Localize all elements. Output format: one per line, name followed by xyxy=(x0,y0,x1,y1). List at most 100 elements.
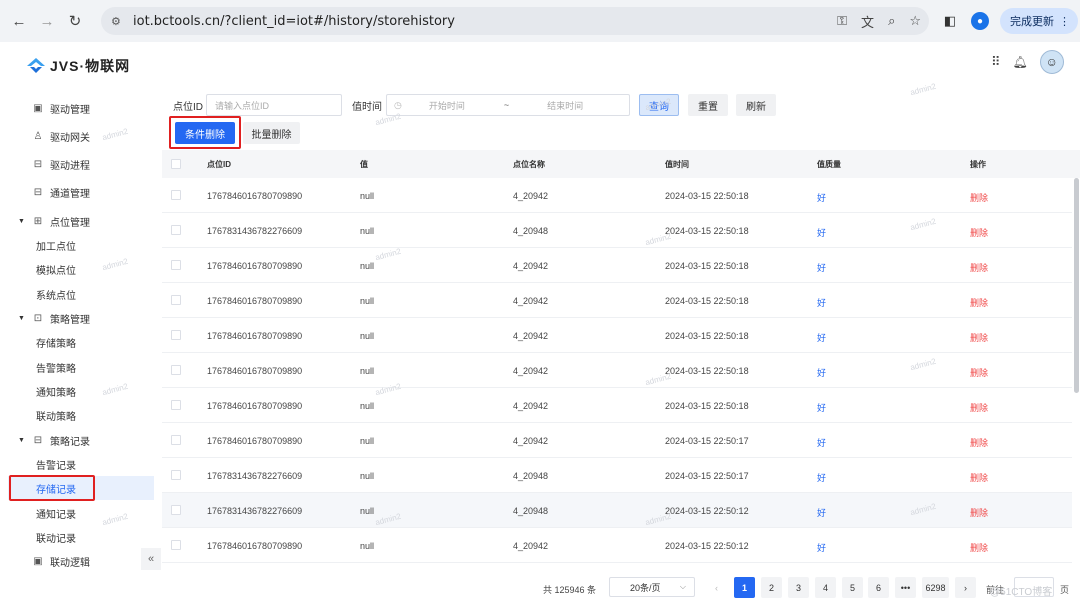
delete-link[interactable]: 删除 xyxy=(970,401,988,414)
sidebar-subitem[interactable]: 通知记录 xyxy=(8,501,154,525)
delete-link[interactable]: 删除 xyxy=(970,191,988,204)
row-checkbox[interactable] xyxy=(171,260,181,270)
user-avatar[interactable]: ☺ xyxy=(1039,50,1064,74)
bookmark-star-icon[interactable]: ☆ xyxy=(909,13,921,29)
site-settings-icon[interactable]: ⚙ xyxy=(111,15,125,28)
row-checkbox[interactable] xyxy=(171,435,181,445)
sidebar-subitem[interactable]: 模拟点位 xyxy=(8,257,154,281)
page-button[interactable]: 2 xyxy=(761,577,782,598)
table-row[interactable]: 1767846016780709890 null 4_20942 2024-03-15… xyxy=(162,528,1072,563)
logo[interactable]: JVS·物联网 xyxy=(26,56,130,76)
sidebar-subitem[interactable]: 系统点位 xyxy=(8,282,154,306)
page-button[interactable]: 6 xyxy=(868,577,889,598)
sidebar-subitem[interactable]: 联动记录 xyxy=(8,525,154,549)
row-checkbox[interactable] xyxy=(171,190,181,200)
translate-icon[interactable]: 文 xyxy=(861,12,874,31)
table-scrollbar[interactable] xyxy=(1074,178,1079,393)
batch-delete-button[interactable]: 批量删除 xyxy=(243,122,300,144)
delete-link[interactable]: 删除 xyxy=(970,541,988,554)
page-size-select[interactable]: 20条/页 ⌵ xyxy=(609,577,695,597)
reload-icon[interactable]: ↻ xyxy=(63,9,87,33)
point-id-input[interactable]: 请输入点位ID xyxy=(206,94,342,116)
table-row[interactable]: 1767831436782276609 null 4_20948 2024-03-15… xyxy=(162,493,1072,528)
reset-button[interactable]: 重置 xyxy=(688,94,728,116)
table-row[interactable]: 1767846016780709890 null 4_20942 2024-03-15… xyxy=(162,248,1072,283)
side-panel-icon[interactable]: ◧ xyxy=(940,11,960,31)
sidebar-subitem[interactable]: 告警策略 xyxy=(8,355,154,379)
page-button[interactable]: 4 xyxy=(815,577,836,598)
row-checkbox[interactable] xyxy=(171,470,181,480)
page-button[interactable]: 6298 xyxy=(922,577,949,598)
row-checkbox[interactable] xyxy=(171,540,181,550)
delete-link[interactable]: 删除 xyxy=(970,296,988,309)
cell-quality[interactable]: 好 xyxy=(817,471,826,484)
sidebar-item-linkage-logic[interactable]: ▣ 联动逻辑 xyxy=(8,549,154,573)
row-checkbox[interactable] xyxy=(171,330,181,340)
sidebar-item-strategy-records[interactable]: ▼ ⊟ 策略记录 xyxy=(8,428,154,452)
cell-quality[interactable]: 好 xyxy=(817,436,826,449)
cell-quality[interactable]: 好 xyxy=(817,331,826,344)
cell-quality[interactable]: 好 xyxy=(817,226,826,239)
cell-quality[interactable]: 好 xyxy=(817,261,826,274)
cell-quality[interactable]: 好 xyxy=(817,541,826,554)
page-button[interactable]: 5 xyxy=(842,577,863,598)
delete-link[interactable]: 删除 xyxy=(970,331,988,344)
prev-page-button[interactable]: ‹ xyxy=(706,577,727,598)
select-all-checkbox[interactable] xyxy=(171,159,181,169)
page-button[interactable]: 1 xyxy=(734,577,755,598)
table-row[interactable]: 1767846016780709890 null 4_20942 2024-03-15… xyxy=(162,178,1072,213)
table-row[interactable]: 1767846016780709890 null 4_20942 2024-03-15… xyxy=(162,388,1072,423)
table-row[interactable]: 1767846016780709890 null 4_20942 2024-03-15… xyxy=(162,283,1072,318)
cell-quality[interactable]: 好 xyxy=(817,296,826,309)
page-button[interactable]: 3 xyxy=(788,577,809,598)
delete-link[interactable]: 删除 xyxy=(970,471,988,484)
delete-link[interactable]: 删除 xyxy=(970,226,988,239)
delete-link[interactable]: 删除 xyxy=(970,261,988,274)
sidebar-item-driver-management[interactable]: ▣ 驱动管理 xyxy=(8,96,154,120)
table-row[interactable]: 1767846016780709890 null 4_20942 2024-03-15… xyxy=(162,353,1072,388)
update-button[interactable]: 完成更新 ⋮ xyxy=(1000,8,1078,34)
collapse-sidebar-button[interactable]: « xyxy=(141,548,161,570)
delete-link[interactable]: 删除 xyxy=(970,366,988,379)
sidebar-subitem[interactable]: 联动策略 xyxy=(8,403,154,427)
cell-quality[interactable]: 好 xyxy=(817,191,826,204)
sidebar-item-channel-management[interactable]: ⊟ 通道管理 xyxy=(8,180,154,204)
apps-grid-icon[interactable]: ⠿ xyxy=(991,54,1001,70)
sidebar-subitem[interactable]: 加工点位 xyxy=(8,233,154,257)
table-row[interactable]: 1767846016780709890 null 4_20942 2024-03-15… xyxy=(162,318,1072,353)
cell-quality[interactable]: 好 xyxy=(817,401,826,414)
next-page-button[interactable]: › xyxy=(955,577,976,598)
sidebar-item-point-management[interactable]: ▼ ⊞ 点位管理 xyxy=(8,209,154,233)
delete-link[interactable]: 删除 xyxy=(970,436,988,449)
row-checkbox[interactable] xyxy=(171,365,181,375)
query-button[interactable]: 查询 xyxy=(639,94,679,116)
delete-link[interactable]: 删除 xyxy=(970,506,988,519)
row-checkbox[interactable] xyxy=(171,505,181,515)
address-bar[interactable]: ⚙ iot.bctools.cn/?client_id=iot#/history… xyxy=(101,7,929,35)
table-row[interactable]: 1767831436782276609 null 4_20948 2024-03-15… xyxy=(162,458,1072,493)
more-pages-button[interactable]: ••• xyxy=(895,577,916,598)
sidebar-subitem[interactable]: 存储策略 xyxy=(8,330,154,354)
forward-arrow-icon[interactable]: → xyxy=(35,9,59,33)
back-arrow-icon[interactable]: ← xyxy=(7,9,31,33)
sidebar-item-driver-gateway[interactable]: ♙ 驱动网关 xyxy=(8,124,154,148)
refresh-button[interactable]: 刷新 xyxy=(736,94,776,116)
zoom-icon[interactable]: ⌕ xyxy=(888,13,895,29)
notification-bell-icon[interactable]: 🔔︎ xyxy=(1013,55,1028,69)
sidebar-item-driver-process[interactable]: ⊟ 驱动进程 xyxy=(8,152,154,176)
sidebar-item-strategy-management[interactable]: ▼ ⊡ 策略管理 xyxy=(8,306,154,330)
password-key-icon[interactable]: ⚿ xyxy=(837,13,847,29)
row-checkbox[interactable] xyxy=(171,295,181,305)
cell-quality[interactable]: 好 xyxy=(817,366,826,379)
chevron-down-icon: ⌵ xyxy=(679,582,686,591)
cell-quality[interactable]: 好 xyxy=(817,506,826,519)
time-range-picker[interactable]: ◷ 开始时间 ~ 结束时间 xyxy=(386,94,630,116)
table-row[interactable]: 1767831436782276609 null 4_20948 2024-03-15… xyxy=(162,213,1072,248)
sidebar-subitem[interactable]: 告警记录 xyxy=(8,452,154,476)
url-text[interactable]: iot.bctools.cn/?client_id=iot#/history/s… xyxy=(133,14,455,29)
profile-icon[interactable]: ● xyxy=(970,11,990,31)
sidebar-subitem[interactable]: 通知策略 xyxy=(8,379,154,403)
row-checkbox[interactable] xyxy=(171,400,181,410)
row-checkbox[interactable] xyxy=(171,225,181,235)
table-row[interactable]: 1767846016780709890 null 4_20942 2024-03-15… xyxy=(162,423,1072,458)
